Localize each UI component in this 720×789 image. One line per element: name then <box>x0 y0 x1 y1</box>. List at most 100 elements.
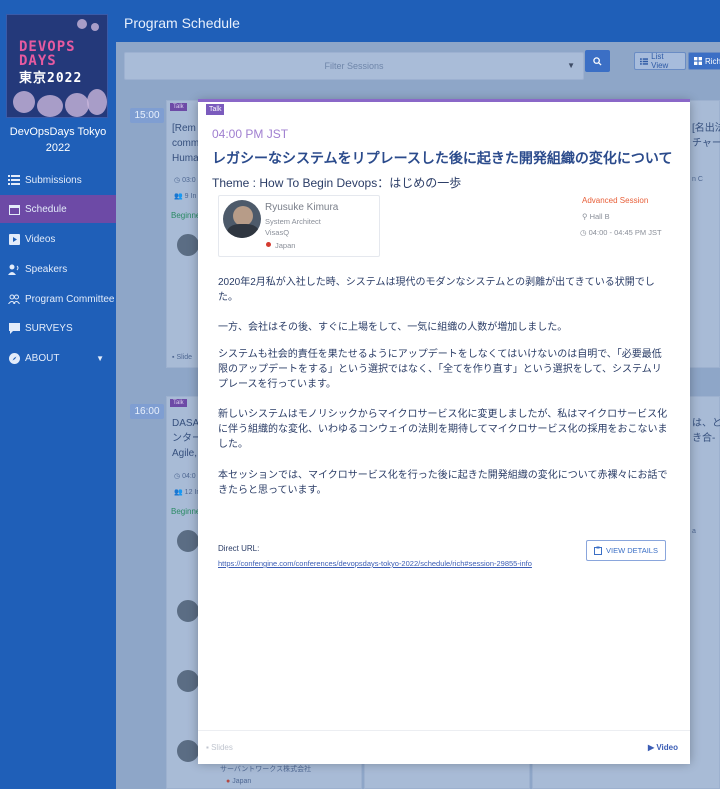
sidebar-item-videos[interactable]: Videos <box>0 225 116 253</box>
session-title-fragment: [名出法 <box>692 123 720 134</box>
session-time-range-value: 04:00 - 04:45 PM JST <box>588 228 662 237</box>
session-title-fragment: は、と <box>692 418 720 429</box>
sidebar-item-program-committee[interactable]: Program Committee <box>0 285 116 313</box>
speaker-icon <box>8 264 20 275</box>
speaker-card[interactable]: Ryusuke Kimura System Architect VisasQ J… <box>218 195 380 257</box>
session-theme: Theme : How To Begin Devops：はじめの一歩 <box>212 176 462 190</box>
sidebar-item-label: Videos <box>25 233 56 245</box>
session-tag: Talk <box>206 104 225 115</box>
video-label: Video <box>656 743 678 752</box>
slides-icon: ▪ <box>206 743 209 752</box>
session-description-paragraph: 新しいシステムはモノリシックからマイクロサービス化に変更しましたが、私はマイクロ… <box>218 409 668 450</box>
org-name-line1: DevOpsDays Tokyo <box>9 126 107 138</box>
list-view-label: List View <box>651 52 669 70</box>
header: Program Schedule <box>116 0 720 42</box>
session-time-value: 04:0 <box>182 473 196 480</box>
sidebar-item-label: ABOUT <box>25 352 60 364</box>
session-level: Beginne <box>171 211 201 220</box>
session-description-paragraph: 本セッションでは、マイクロサービス化を行った後に起きた開発組織の変化について赤裸… <box>218 470 668 496</box>
session-slides-label: Slide <box>176 354 193 361</box>
session-level: Beginne <box>171 507 201 516</box>
video-link[interactable]: ▶ Video <box>648 743 678 752</box>
session-time-value: 03:0 <box>182 177 196 184</box>
list-icon <box>640 57 649 65</box>
blossom-decoration <box>13 91 35 113</box>
session-time: ◷ 03:0 <box>174 177 196 184</box>
speaker-company: VisasQ <box>265 228 290 237</box>
sidebar-item-surveys[interactable]: SURVEYS <box>0 314 116 342</box>
session-text-fragment: a <box>692 528 696 535</box>
grid-icon <box>694 57 702 65</box>
session-room: ⚲ Hall B <box>582 212 610 221</box>
session-title-fragment: Agile, <box>172 448 198 459</box>
sidebar-item-submissions[interactable]: Submissions <box>0 166 116 194</box>
speaker-role: System Architect <box>265 217 321 226</box>
speaker-avatar <box>223 200 261 238</box>
clock-icon: ◷ <box>580 228 587 237</box>
direct-url-link[interactable]: https://confengine.com/conferences/devop… <box>218 559 532 568</box>
logo-text-tokyo: 東京2022 <box>19 71 83 86</box>
slides-label: Slides <box>211 743 233 752</box>
sidebar-item-label: Schedule <box>25 203 67 215</box>
clipboard-icon <box>594 546 603 555</box>
video-icon: ▶ <box>647 743 655 752</box>
compass-icon <box>8 352 20 364</box>
session-attendees: 👥 12 In <box>174 489 201 496</box>
chevron-down-icon[interactable]: ▼ <box>96 354 104 363</box>
filter-placeholder: Filter Sessions <box>324 61 384 71</box>
sidebar-item-label: Program Committee <box>25 293 115 305</box>
session-attendees-value: 9 In <box>184 193 197 200</box>
search-button[interactable] <box>585 50 610 72</box>
session-attendees: 👥 9 In <box>174 193 197 200</box>
time-slot-badge: 15:00 <box>130 108 164 123</box>
view-details-button[interactable]: VIEW DETAILS <box>586 540 666 561</box>
session-detail-modal: Talk 04:00 PM JST レガシーなシステムをリプレースした後に起きた… <box>198 99 690 764</box>
sidebar-item-speakers[interactable]: Speakers <box>0 255 116 283</box>
view-details-label: VIEW DETAILS <box>606 546 658 555</box>
rich-view-button[interactable]: Rich <box>688 52 720 70</box>
sidebar-item-schedule[interactable]: Schedule <box>0 195 116 223</box>
sidebar-item-about[interactable]: ABOUT ▼ <box>0 344 116 372</box>
org-name: DevOpsDays Tokyo 2022 <box>0 124 116 156</box>
session-title-fragment: [Rem <box>172 123 196 134</box>
session-title-fragment: き合- <box>692 433 716 444</box>
session-room-chip: n C <box>692 176 703 183</box>
session-slides-link[interactable]: ▪ Slide <box>172 354 192 361</box>
filter-bar: Filter Sessions ▼ List View Rich <box>116 42 720 98</box>
flag-icon <box>266 242 271 247</box>
search-icon <box>593 56 602 66</box>
sidebar: DEVOPS DAYS 東京2022 DevOpsDays Tokyo 2022… <box>0 0 116 789</box>
devopsdays-logo[interactable]: DEVOPS DAYS 東京2022 <box>6 14 108 118</box>
speaker-country: Japan <box>275 241 296 250</box>
session-description-paragraph: システムも社会的責任を果たせるようにアップデートをしなくてはいけないのは自明で、… <box>218 349 662 390</box>
time-slot-badge: 16:00 <box>130 404 164 419</box>
slides-link[interactable]: ▪ Slides <box>206 743 233 752</box>
list-icon <box>8 175 20 186</box>
blossom-decoration <box>91 23 99 31</box>
play-icon <box>8 233 20 245</box>
session-time: ◷ 04:0 <box>174 473 196 480</box>
rich-view-label: Rich <box>705 56 720 66</box>
session-description-paragraph: 一方、会社はその後、すぐに上場をして、一気に組織の人数が増加しました。 <box>218 322 568 333</box>
page-title: Program Schedule <box>124 15 240 31</box>
list-view-button[interactable]: List View <box>634 52 686 70</box>
sidebar-item-label: SURVEYS <box>25 322 73 334</box>
modal-footer: ▪ Slides ▶ Video <box>198 730 690 764</box>
survey-icon <box>8 322 20 334</box>
session-start-time: 04:00 PM JST <box>212 127 289 141</box>
speaker-name[interactable]: Ryusuke Kimura <box>265 202 338 213</box>
session-time-range: ◷ 04:00 - 04:45 PM JST <box>580 228 662 237</box>
session-title-fragment: comm <box>172 138 200 149</box>
blossom-decoration <box>77 19 87 29</box>
session-room-value: Hall B <box>589 212 610 221</box>
session-title-fragment: チャー <box>692 138 720 149</box>
sidebar-item-label: Speakers <box>25 263 68 275</box>
speaker-country: ● Japan <box>226 778 252 785</box>
blossom-decoration <box>65 93 89 117</box>
sidebar-item-label: Submissions <box>25 174 82 186</box>
direct-url-label: Direct URL: <box>218 544 260 553</box>
filter-sessions-select[interactable]: Filter Sessions ▼ <box>124 52 584 80</box>
session-title-fragment: ンター <box>172 433 200 444</box>
session-title-fragment: DASA <box>172 418 200 429</box>
people-icon <box>8 294 20 305</box>
